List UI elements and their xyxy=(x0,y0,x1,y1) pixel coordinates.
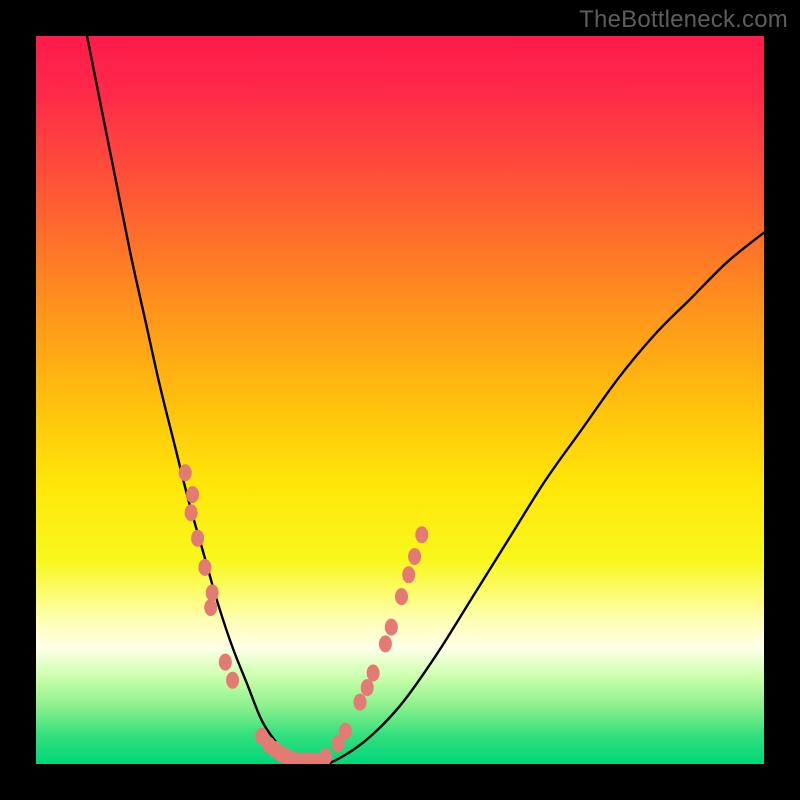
marker-dot xyxy=(408,548,421,565)
marker-dot xyxy=(402,566,415,583)
marker-dot xyxy=(186,486,199,503)
marker-dot xyxy=(395,588,408,605)
marker-dot xyxy=(385,619,398,636)
marker-dot xyxy=(198,559,211,576)
marker-dot xyxy=(339,723,352,740)
chart-svg xyxy=(36,36,764,764)
marker-dot xyxy=(361,679,374,696)
marker-dot xyxy=(354,694,367,711)
marker-dot xyxy=(219,654,232,671)
marker-dot xyxy=(191,530,204,547)
chart-frame: TheBottleneck.com xyxy=(0,0,800,800)
marker-dot xyxy=(226,672,239,689)
marker-dot xyxy=(379,635,392,652)
watermark-text: TheBottleneck.com xyxy=(579,6,788,34)
marker-dot xyxy=(367,665,380,682)
marker-dot xyxy=(179,464,192,481)
bottleneck-curve xyxy=(87,36,764,764)
marker-dot xyxy=(319,748,332,764)
marker-dot xyxy=(204,599,217,616)
plot-area xyxy=(36,36,764,764)
marker-dot xyxy=(206,584,219,601)
marker-dot xyxy=(415,526,428,543)
data-markers xyxy=(179,464,429,764)
marker-dot xyxy=(185,504,198,521)
